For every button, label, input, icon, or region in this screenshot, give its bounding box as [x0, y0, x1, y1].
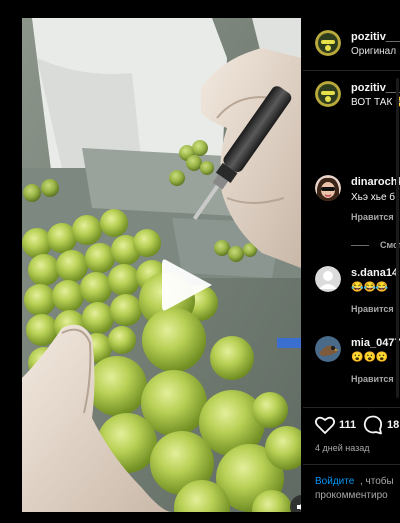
comment-like-link[interactable]: Нравится	[351, 304, 394, 314]
login-link[interactable]: Войдите	[315, 476, 354, 487]
comment-like-link[interactable]: Нравится	[351, 374, 394, 384]
comment-username[interactable]: s.dana14	[351, 267, 398, 279]
bottom-divider	[303, 464, 400, 465]
play-icon	[162, 259, 212, 311]
volume-icon	[297, 504, 301, 510]
author-avatar[interactable]	[315, 30, 341, 56]
default-user-avatar[interactable]	[315, 266, 341, 292]
heart-icon	[314, 416, 336, 434]
caption-text: ВОТ ТАК 🥺	[351, 97, 400, 108]
caption-author-avatar[interactable]	[315, 81, 341, 107]
bird-photo-avatar[interactable]	[315, 336, 341, 362]
like-button[interactable]	[314, 416, 336, 439]
woman-sunglasses-avatar[interactable]	[315, 175, 341, 201]
comment-username[interactable]: mia_0477	[351, 337, 400, 349]
comment-like-link[interactable]: Нравится	[351, 212, 394, 222]
header-divider	[303, 70, 400, 71]
comment-icon	[363, 415, 383, 435]
login-prompt-text-2: прокомментиро	[315, 490, 388, 501]
see-replies-line	[351, 245, 369, 246]
actions-divider	[303, 407, 400, 408]
like-count: 111	[339, 419, 357, 431]
comment-count: 18	[387, 419, 400, 431]
reel-viewer: pozitiv____ Оригинал pozitiv____ ВОТ ТАК…	[0, 0, 400, 523]
comments-panel: pozitiv____ Оригинал pozitiv____ ВОТ ТАК…	[303, 18, 400, 523]
login-prompt-text: , чтобы	[360, 476, 394, 487]
comment-text: Хьэ хье б	[351, 192, 396, 203]
comment-button[interactable]	[363, 415, 383, 440]
comments-scrollbar[interactable]	[396, 78, 399, 398]
play-button[interactable]	[158, 258, 216, 312]
audio-label[interactable]: Оригинал	[351, 46, 396, 57]
comment-text: 😂😂😂	[351, 282, 389, 293]
caption-username[interactable]: pozitiv____	[351, 82, 400, 94]
post-date: 4 дней назад	[315, 443, 370, 453]
author-username[interactable]: pozitiv____	[351, 31, 400, 43]
comment-text: 😮😮😮	[351, 352, 389, 363]
reel-video[interactable]	[22, 18, 301, 512]
comment-username[interactable]: dinarochka	[351, 176, 400, 188]
